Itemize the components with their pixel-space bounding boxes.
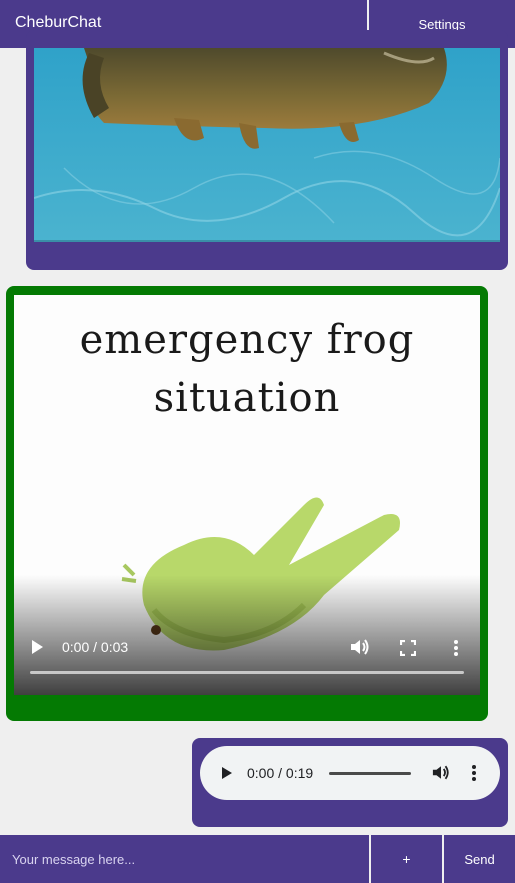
video-controls-shade [14,575,480,695]
video-play-button[interactable] [30,639,44,655]
more-vert-icon [472,765,476,781]
audio-play-button[interactable] [221,766,233,780]
send-button[interactable]: Send [442,835,515,883]
fullscreen-icon [400,640,416,656]
caption-line-1: emergency frog [79,317,415,363]
message-composer: + Send [0,835,515,883]
caption-line-2: situation [153,375,341,421]
play-icon [32,640,43,654]
video-caption: emergency frog situation [14,311,480,427]
audio-message: 0:00 / 0:19 [192,738,508,827]
audio-volume-button[interactable] [432,764,450,781]
video-progress-bar[interactable] [30,671,464,674]
attach-button[interactable]: + [369,835,442,883]
video-more-button[interactable] [453,639,459,657]
audio-time: 0:00 / 0:19 [247,765,314,781]
audio-player: 0:00 / 0:19 [200,746,500,800]
volume-icon [432,765,449,780]
video-time: 0:00 / 0:03 [62,639,129,655]
video-fullscreen-button[interactable] [400,640,416,656]
message-input[interactable] [0,835,367,883]
video-volume-button[interactable] [350,638,370,656]
frog-video[interactable]: emergency frog situation 0:00 / 0:03 [14,295,480,695]
image-message [26,30,508,270]
fish-image[interactable] [34,48,500,242]
play-icon [222,767,232,779]
volume-icon [351,639,369,655]
audio-more-button[interactable] [471,764,477,782]
video-message: emergency frog situation 0:00 / 0:03 [6,286,488,721]
more-vert-icon [454,640,458,656]
audio-progress-bar[interactable] [329,772,411,775]
